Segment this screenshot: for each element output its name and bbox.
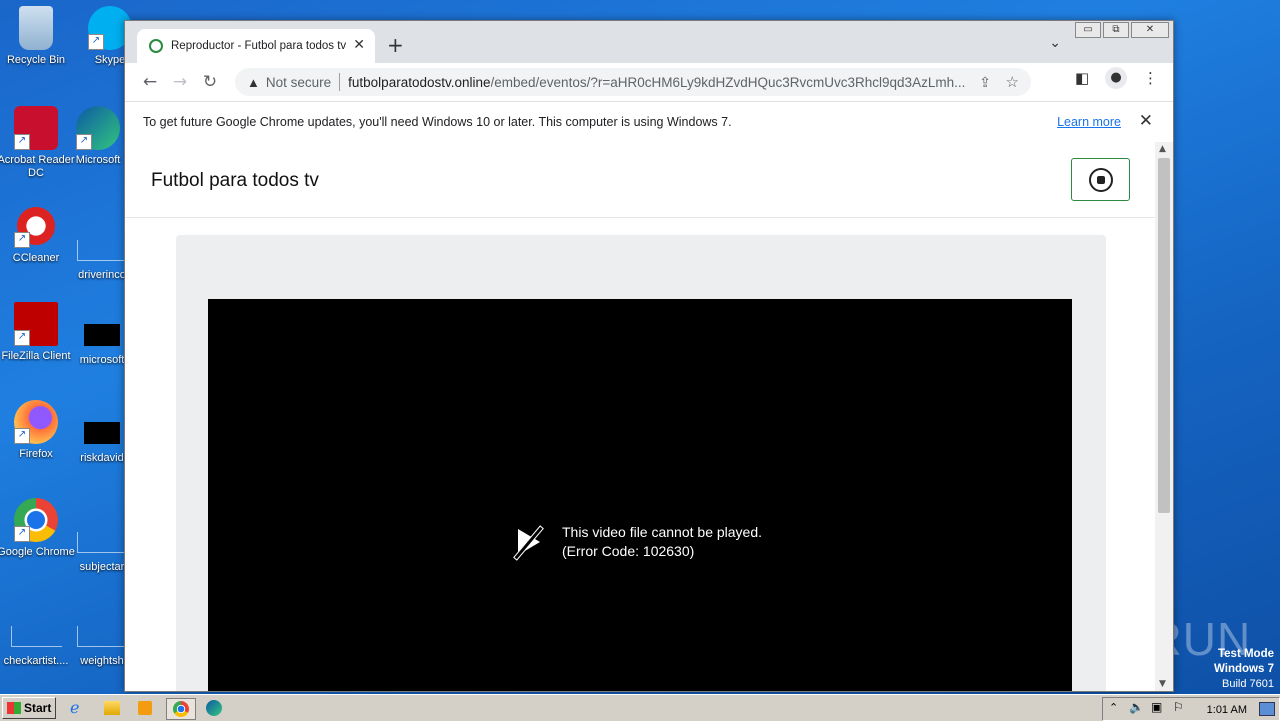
url-path: /embed/eventos/?r=aHR0cHM6Ly9kdHZvdHQuc3…	[490, 74, 966, 90]
edge-taskbar-icon[interactable]	[206, 700, 222, 716]
action-center-flag-icon[interactable]: ⚐	[1173, 700, 1184, 714]
soccer-ball-favicon-icon	[149, 39, 163, 53]
share-icon[interactable]: ⇪	[979, 74, 991, 91]
profile-avatar-icon[interactable]: ●	[1105, 67, 1127, 89]
taskbar-clock[interactable]: 1:01 AM	[1207, 704, 1247, 716]
chrome-taskbar-icon[interactable]	[166, 698, 196, 720]
forward-arrow-icon[interactable]: →	[165, 72, 195, 92]
shortcut-arrow-icon: ↗	[14, 428, 30, 444]
scroll-thumb[interactable]	[1158, 158, 1170, 513]
chrome-icon	[173, 701, 189, 717]
maximize-button[interactable]: ⧉	[1103, 22, 1129, 38]
page-viewport: Futbol para todos tv This video file can…	[125, 142, 1155, 691]
chrome-icon: ↗	[14, 498, 58, 542]
shortcut-arrow-icon: ↗	[88, 34, 104, 50]
back-arrow-icon[interactable]: ←	[135, 72, 165, 92]
explorer-taskbar-icon[interactable]	[104, 701, 120, 715]
shortcut-arrow-icon: ↗	[14, 232, 30, 248]
minimize-button[interactable]: ▭	[1075, 22, 1101, 38]
error-message: This video file cannot be played.	[562, 524, 763, 540]
page-scrollbar[interactable]: ▲ ▼	[1155, 142, 1173, 691]
error-code: (Error Code: 102630)	[562, 543, 695, 559]
omnibox-separator	[339, 73, 341, 91]
site-header: Futbol para todos tv	[125, 142, 1155, 218]
firefox-icon: ↗	[14, 400, 58, 444]
window-controls: ▭ ⧉ ✕	[1075, 22, 1169, 38]
tab-title: Reproductor - Futbol para todos tv	[171, 40, 347, 52]
url-host: futbolparatodostv.online	[348, 74, 491, 90]
video-unavailable-icon	[512, 525, 546, 559]
shortcut-arrow-icon: ↗	[14, 526, 30, 542]
volume-icon[interactable]: 🔈	[1129, 700, 1144, 714]
address-bar[interactable]: ▲ Not secure futbolparatodostv.online /e…	[235, 68, 1031, 96]
file-icon	[76, 240, 128, 261]
desktop-icon-recycle-bin[interactable]: Recycle Bin	[0, 6, 76, 67]
file-icon	[84, 422, 120, 444]
ie-taskbar-icon[interactable]: ℯ	[70, 698, 92, 718]
file-icon	[76, 532, 128, 553]
shortcut-arrow-icon: ↗	[14, 134, 30, 150]
chrome-window: ▭ ⧉ ✕ Reproductor - Futbol para todos tv…	[124, 20, 1174, 692]
windows-taskbar: Start ℯ ⌃ 🔈 ▣ ⚐ 1:01 AM	[0, 694, 1280, 721]
windows-flag-icon	[7, 702, 21, 714]
site-title: Futbol para todos tv	[151, 170, 319, 191]
shortcut-arrow-icon: ↗	[76, 134, 92, 150]
edge-icon: ↗	[76, 106, 120, 150]
reload-icon[interactable]: ↻	[195, 72, 225, 92]
infobar-close-icon[interactable]: ✕	[1139, 111, 1153, 131]
media-player-taskbar-icon[interactable]	[138, 701, 152, 715]
start-button[interactable]: Start	[2, 697, 56, 719]
test-mode-notice: Test Mode Windows 7 Build 7601	[1214, 648, 1274, 690]
file-icon	[76, 626, 128, 647]
side-panel-icon[interactable]: ◧	[1075, 69, 1089, 87]
scroll-down-icon[interactable]: ▼	[1159, 679, 1166, 689]
recycle-bin-icon	[19, 6, 53, 50]
shortcut-arrow-icon: ↗	[14, 330, 30, 346]
scroll-up-icon[interactable]: ▲	[1159, 144, 1166, 154]
infobar-message: To get future Google Chrome updates, you…	[143, 115, 732, 129]
video-player[interactable]: This video file cannot be played. (Error…	[208, 299, 1072, 691]
chrome-menu-icon[interactable]: ⋮	[1143, 69, 1158, 87]
acrobat-icon: ↗	[14, 106, 58, 150]
menu-toggle-button[interactable]	[1071, 158, 1130, 201]
not-secure-label: Not secure	[265, 74, 332, 90]
update-infobar: To get future Google Chrome updates, you…	[125, 101, 1173, 143]
file-icon	[84, 324, 120, 346]
tab-search-chevron-icon[interactable]: ⌄	[1049, 35, 1061, 51]
filezilla-icon: ↗	[14, 302, 58, 346]
network-icon[interactable]: ▣	[1151, 700, 1162, 714]
system-tray: ⌃ 🔈 ▣ ⚐ 1:01 AM	[1102, 697, 1280, 721]
close-window-button[interactable]: ✕	[1131, 22, 1169, 38]
player-error: This video file cannot be played. (Error…	[512, 523, 762, 561]
player-container: This video file cannot be played. (Error…	[176, 235, 1106, 691]
warning-triangle-icon: ▲	[247, 74, 260, 90]
ccleaner-icon: ↗	[14, 204, 58, 248]
browser-toolbar: ← → ↻ ▲ Not secure futbolparatodostv.onl…	[125, 63, 1173, 101]
soccer-ball-icon	[1088, 167, 1113, 192]
show-desktop-icon[interactable]	[1259, 702, 1275, 716]
new-tab-button[interactable]: +	[387, 33, 404, 57]
browser-tab[interactable]: Reproductor - Futbol para todos tv ✕	[137, 29, 375, 63]
bookmark-star-icon[interactable]: ☆	[1006, 73, 1019, 91]
file-icon	[10, 626, 62, 647]
tab-close-icon[interactable]: ✕	[353, 37, 365, 53]
learn-more-link[interactable]: Learn more	[1057, 115, 1121, 129]
tray-expand-icon[interactable]: ⌃	[1109, 701, 1118, 714]
